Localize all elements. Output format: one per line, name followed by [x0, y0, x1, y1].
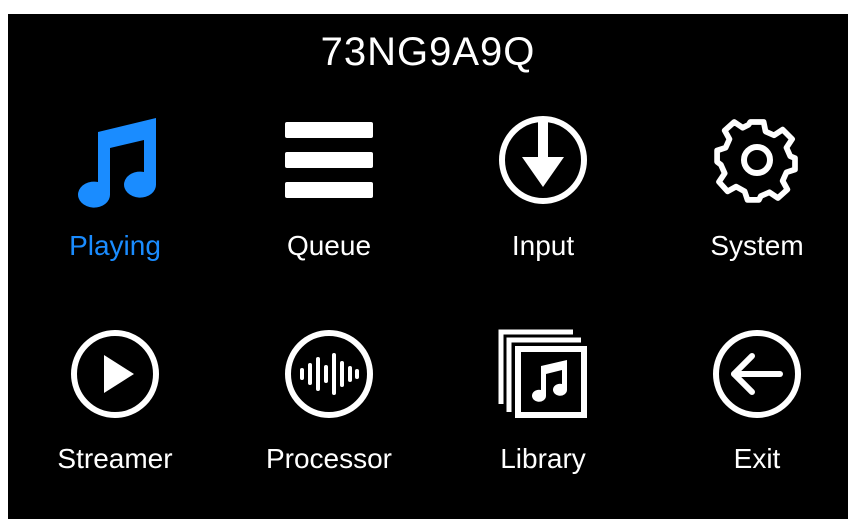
back-arrow-circle-icon — [650, 324, 856, 424]
album-stack-icon — [436, 324, 650, 424]
menu-item-exit[interactable]: Exit — [650, 14, 856, 494]
menu-item-library[interactable]: Library — [436, 14, 650, 494]
menu-item-processor[interactable]: Processor — [222, 14, 436, 494]
menu-label: Exit — [733, 443, 781, 474]
waveform-circle-icon — [222, 324, 436, 424]
menu-item-streamer[interactable]: Streamer — [8, 14, 222, 494]
menu-label: Streamer — [57, 443, 173, 474]
menu-label: Processor — [265, 443, 393, 474]
play-circle-icon — [8, 324, 222, 424]
menu-screen: 73NG9A9Q Playing Queue Input System Stre… — [8, 14, 848, 519]
menu-label: Library — [500, 443, 586, 474]
